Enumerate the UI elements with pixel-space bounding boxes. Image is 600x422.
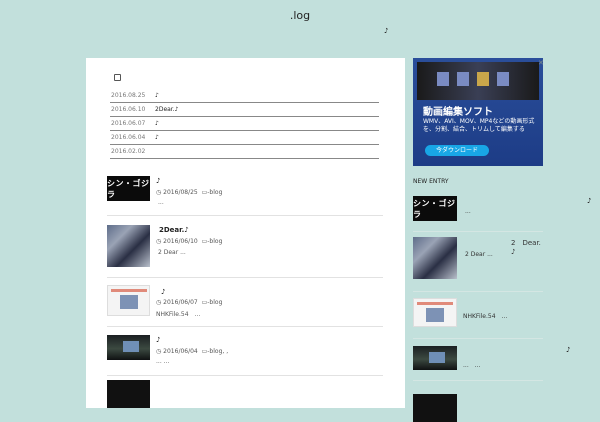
main-content: 2016.08.25 ♪ 2016.06.10 2Dear.♪ 2016.06.07… [86, 58, 405, 408]
news-date: 2016.06.10 [111, 106, 146, 113]
entry-divider [413, 291, 543, 292]
entry-thumbnail[interactable] [413, 237, 457, 279]
entry-divider [413, 380, 543, 381]
ad-download-button[interactable]: 今ダウンロード [425, 145, 489, 156]
post-date: 2016/06/07 [163, 299, 198, 306]
post-excerpt: NHKFile.54 ... [156, 311, 201, 318]
news-item[interactable]: 2016.06.07 ♪ [110, 117, 379, 131]
news-item[interactable]: 2016.08.25 ♪ [110, 89, 379, 103]
post-category[interactable]: -blog [207, 299, 222, 306]
post-date: 2016/06/04 [163, 348, 198, 355]
entry-note: ♪ [587, 197, 592, 205]
post-category[interactable]: -blog [207, 189, 222, 196]
post-title[interactable]: 2Dear.♪ [159, 226, 189, 234]
news-date: 2016.02.02 [111, 148, 146, 155]
news-item[interactable]: 2016.06.04 ♪ [110, 131, 379, 145]
post-thumbnail[interactable] [107, 380, 150, 408]
ad-screenshot [417, 62, 539, 100]
post-divider [107, 375, 383, 376]
entry-title[interactable]: NHKFile.54 ... [463, 311, 507, 320]
entry-title[interactable]: ... [465, 208, 471, 215]
entry-thumbnail[interactable] [413, 346, 457, 370]
news-item[interactable]: 2016.02.02 [110, 145, 379, 159]
news-title[interactable]: ♪ [155, 120, 159, 127]
clock-icon: ◷ [156, 299, 162, 306]
news-item[interactable]: 2016.06.10 2Dear.♪ [110, 103, 379, 117]
post-divider [107, 215, 383, 216]
clock-icon: ◷ [156, 348, 162, 355]
entry-divider [413, 231, 543, 232]
rss-icon[interactable] [114, 74, 121, 81]
post-excerpt: ... ... [156, 358, 170, 365]
post-category[interactable]: -blog, , [207, 348, 228, 355]
post-excerpt: 2 Dear ... [158, 249, 186, 256]
entry-title[interactable]: 2 Dear ... [465, 251, 493, 258]
entry-divider [413, 338, 543, 339]
news-date: 2016.06.07 [111, 120, 146, 127]
header-note: ♪ [384, 27, 389, 35]
post-meta: ◷ 2016/06/10 ▭-blog [156, 238, 222, 245]
post-category[interactable]: -blog [207, 238, 222, 245]
post-title[interactable]: ♪ [156, 336, 160, 344]
ad-close-icon[interactable]: ✕ [538, 59, 544, 67]
post-thumbnail[interactable] [107, 225, 150, 267]
post-divider [107, 326, 383, 327]
post-meta: ◷ 2016/06/07 ▭-blog [156, 299, 222, 306]
post-meta: ◷ 2016/06/04 ▭-blog, , [156, 348, 228, 355]
entry-title[interactable]: ... ... [463, 360, 480, 369]
news-title[interactable]: ♪ [155, 134, 159, 141]
post-excerpt: ... [158, 199, 164, 206]
post-thumbnail[interactable]: シン・ゴジラ [107, 176, 150, 201]
ad-body: WMV、AVI、MOV、MP4などの動画形式を、分割、結合、トリムして編集する [423, 118, 535, 133]
news-list: 2016.08.25 ♪ 2016.06.10 2Dear.♪ 2016.06.07… [110, 89, 379, 159]
news-date: 2016.06.04 [111, 134, 146, 141]
entry-thumbnail[interactable] [413, 298, 457, 327]
ad-banner[interactable]: 動画編集ソフト WMV、AVI、MOV、MP4などの動画形式を、分割、結合、トリ… [413, 58, 543, 166]
post-date: 2016/08/25 [163, 189, 198, 196]
new-entry-heading: NEW ENTRY [413, 178, 449, 185]
entry-thumbnail[interactable] [413, 394, 457, 422]
ad-headline: 動画編集ソフト [423, 107, 493, 118]
post-thumbnail[interactable] [107, 285, 150, 316]
clock-icon: ◷ [156, 238, 162, 245]
clock-icon: ◷ [156, 189, 162, 196]
site-title[interactable]: .log [0, 9, 600, 22]
post-title[interactable]: ♪ [156, 177, 160, 185]
news-title[interactable]: ♪ [155, 92, 159, 99]
post-meta: ◷ 2016/08/25 ▭-blog [156, 189, 222, 196]
entry-heading[interactable]: 2 Dear. ♪ [511, 238, 548, 256]
entry-note: ♪ [566, 346, 571, 354]
post-date: 2016/06/10 [163, 238, 198, 245]
entry-thumbnail[interactable]: シン・ゴジラ [413, 196, 457, 221]
news-date: 2016.08.25 [111, 92, 146, 99]
post-title[interactable]: ♪ [161, 288, 165, 296]
news-title[interactable]: 2Dear.♪ [155, 106, 178, 113]
post-divider [107, 277, 383, 278]
post-thumbnail[interactable] [107, 335, 150, 360]
